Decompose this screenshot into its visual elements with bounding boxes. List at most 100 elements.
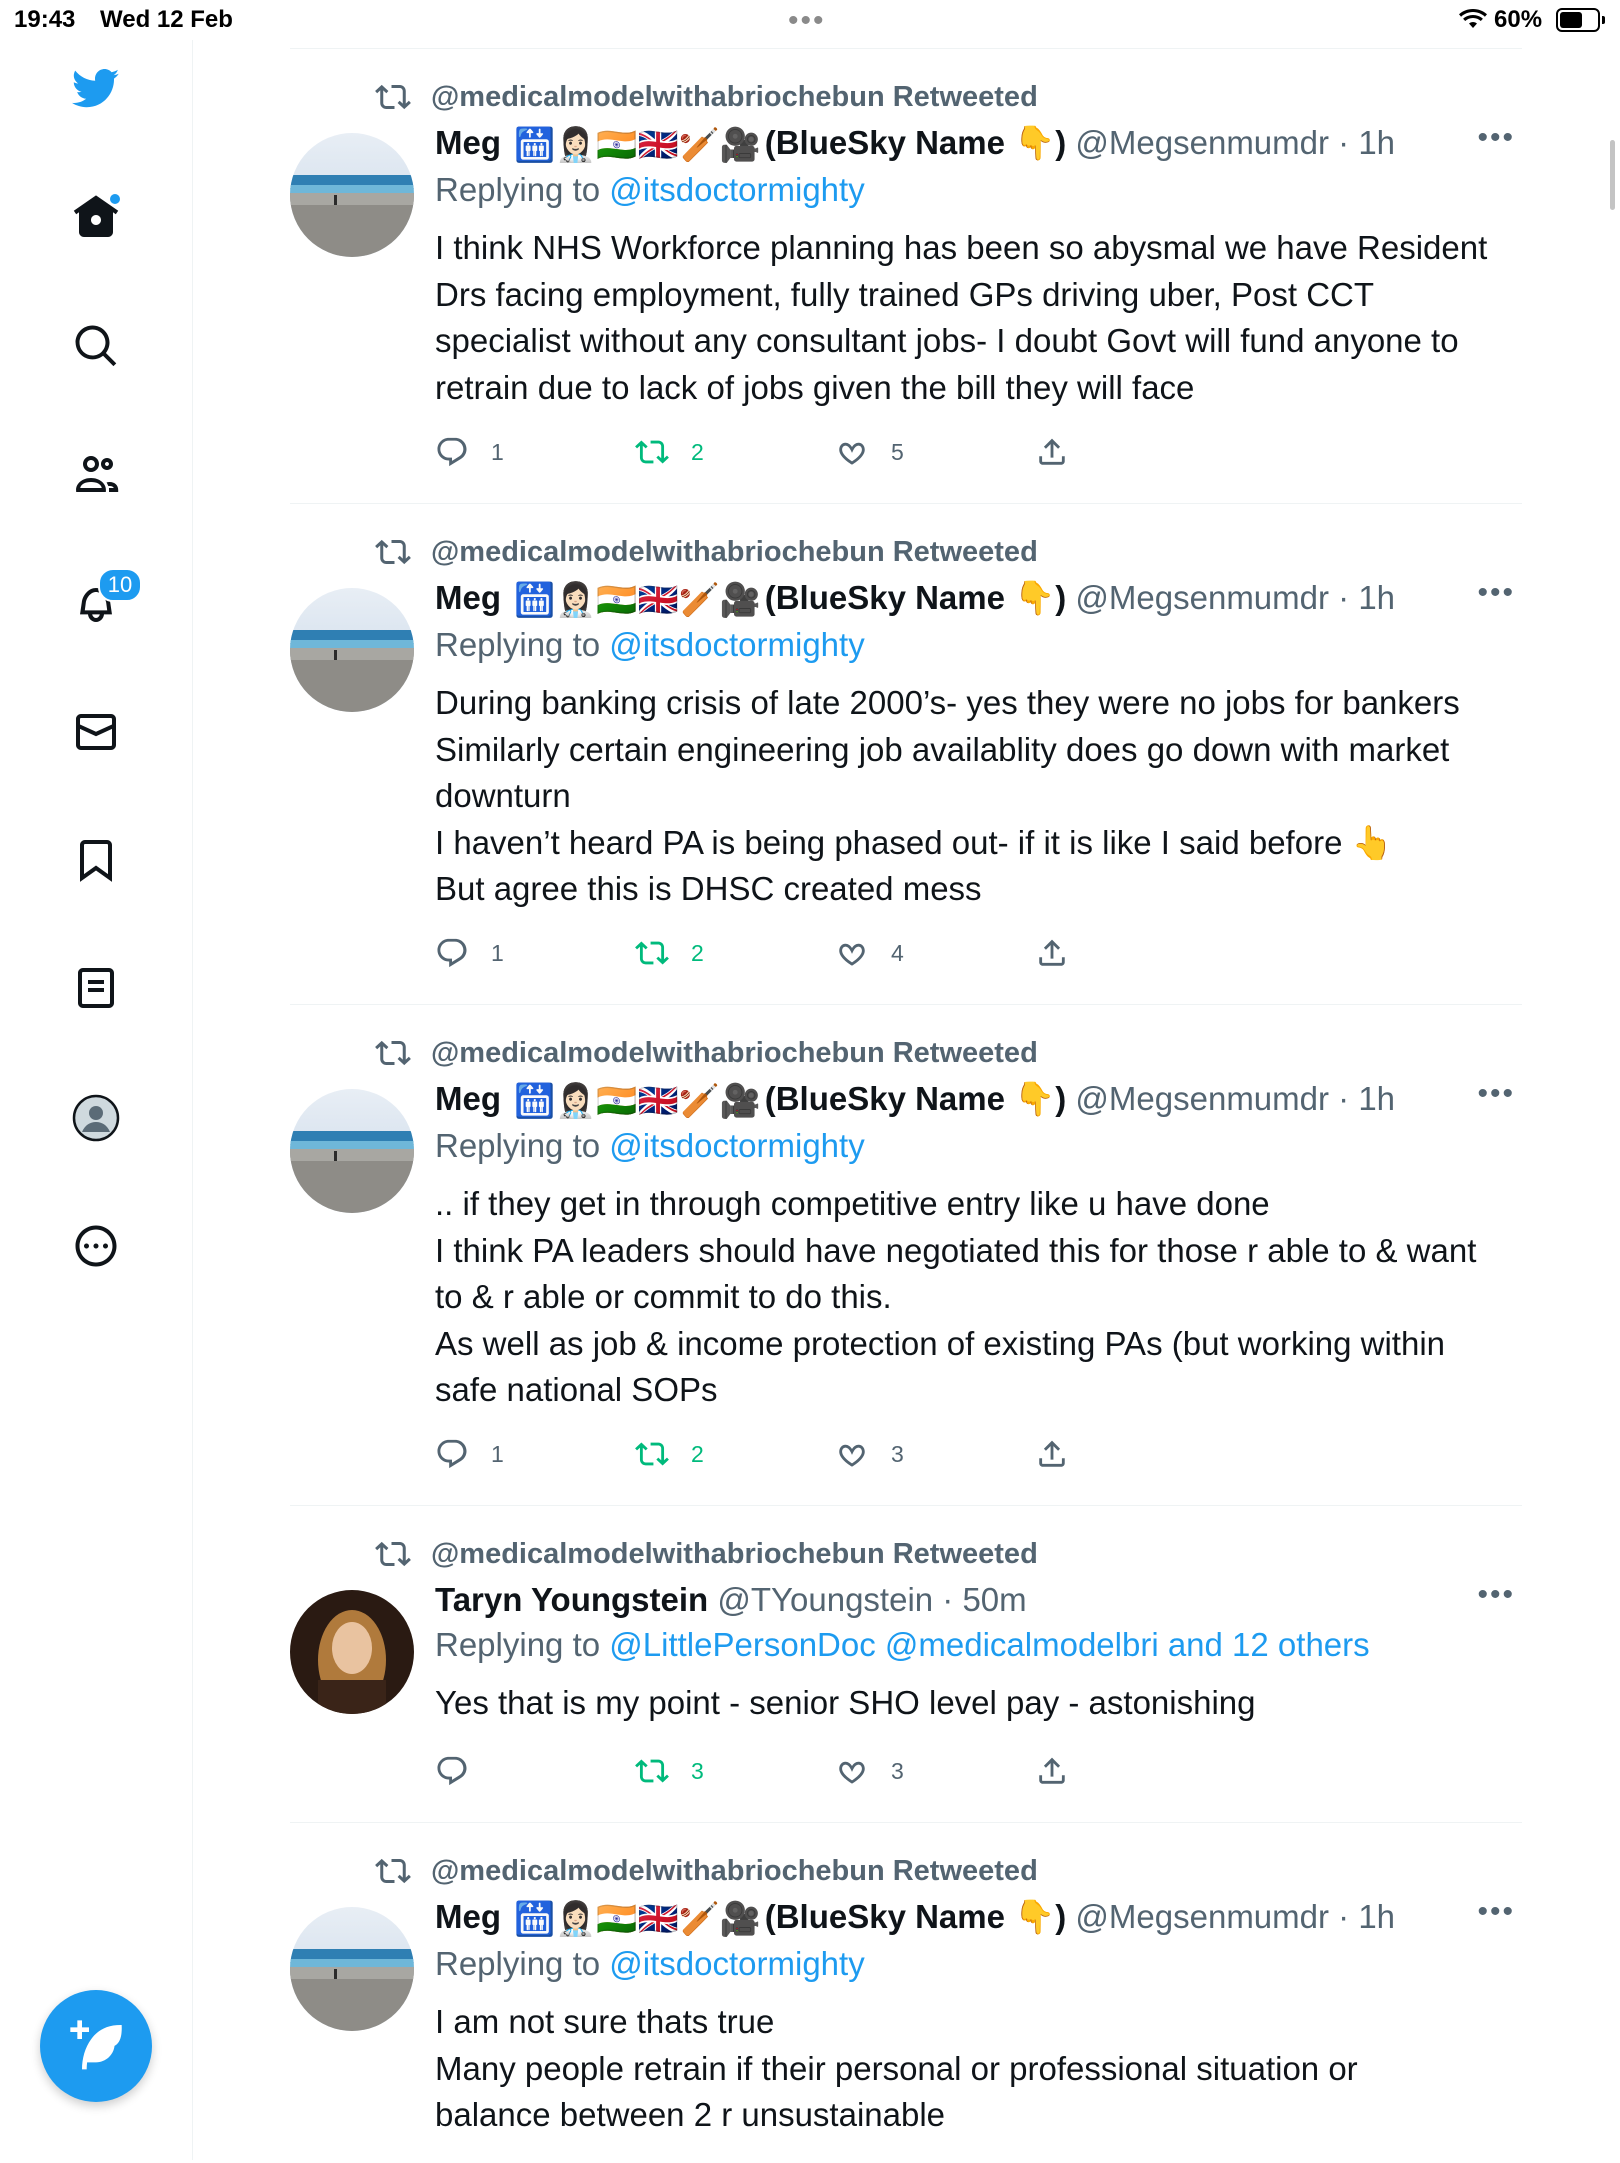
retweet-button[interactable]: 3 xyxy=(635,1754,704,1788)
retweet-icon xyxy=(635,435,669,469)
notifications-icon[interactable]: 10 xyxy=(70,568,142,626)
like-button[interactable]: 4 xyxy=(835,936,904,970)
share-icon xyxy=(1035,1437,1069,1471)
battery-icon xyxy=(1556,8,1605,32)
retweet-button[interactable]: 2 xyxy=(635,1437,704,1471)
author-name[interactable]: Taryn Youngstein xyxy=(435,1581,708,1618)
share-button[interactable] xyxy=(1035,1754,1091,1788)
share-icon xyxy=(1035,1754,1069,1788)
compose-icon xyxy=(70,2020,122,2070)
replying-to: Replying to @itsdoctormighty xyxy=(435,622,1515,668)
reply-button[interactable]: 1 xyxy=(435,435,504,469)
tweet-text: I think NHS Workforce planning has been … xyxy=(435,225,1515,411)
more-options-icon[interactable]: ••• xyxy=(1477,1578,1515,1612)
reply-mention[interactable]: @itsdoctormighty xyxy=(609,1127,864,1164)
tweet-content: Meg 🛗👩🏻‍⚕️🇮🇳🇬🇧🏏🎥 (BlueSky Name 👇) @Megsen… xyxy=(435,121,1515,411)
avatar[interactable] xyxy=(290,1907,414,2031)
more-options-icon[interactable]: ••• xyxy=(1477,1077,1515,1111)
tweet-content: Meg 🛗👩🏻‍⚕️🇮🇳🇬🇧🏏🎥 (BlueSky Name 👇) @Megsen… xyxy=(435,576,1515,913)
author-name-suffix[interactable]: (BlueSky Name xyxy=(765,124,1005,161)
name-emoji-icons: 🛗👩🏻‍⚕️🇮🇳🇬🇧🏏🎥 xyxy=(514,581,761,619)
retweet-button[interactable]: 2 xyxy=(635,936,704,970)
author-handle-time[interactable]: @Megsenmumdr · 1h xyxy=(1075,579,1395,616)
scrollbar[interactable] xyxy=(1610,140,1615,210)
tweet[interactable]: @medicalmodelwithabriochebun Retweeted M… xyxy=(290,48,1522,503)
reply-button[interactable]: 1 xyxy=(435,936,504,970)
home-icon[interactable] xyxy=(70,190,122,242)
retweet-icon xyxy=(375,534,411,570)
more-icon[interactable] xyxy=(70,1220,122,1272)
share-button[interactable] xyxy=(1035,1437,1091,1471)
point-down-icon: 👇 xyxy=(1014,579,1056,616)
author-name-suffix[interactable]: (BlueSky Name xyxy=(765,1080,1005,1117)
messages-icon[interactable] xyxy=(70,706,122,758)
retweet-icon xyxy=(375,1536,411,1572)
tweet[interactable]: @medicalmodelwithabriochebun Retweeted M… xyxy=(290,1822,1522,2163)
replying-prefix: Replying to xyxy=(435,171,601,209)
author-handle-time[interactable]: @Megsenmumdr · 1h xyxy=(1075,1080,1395,1117)
reply-count: 1 xyxy=(491,438,504,465)
tweet-actions: 1 2 3 xyxy=(435,1437,1135,1477)
author-name-suffix[interactable]: (BlueSky Name xyxy=(765,579,1005,616)
author-name-close: ) xyxy=(1055,1080,1067,1117)
avatar[interactable] xyxy=(290,133,414,257)
reply-mention[interactable]: @itsdoctormighty xyxy=(609,1945,864,1982)
avatar[interactable] xyxy=(290,1590,414,1714)
share-button[interactable] xyxy=(1035,936,1091,970)
author-name[interactable]: Meg xyxy=(435,1898,501,1935)
like-button[interactable]: 5 xyxy=(835,435,904,469)
retweet-button[interactable]: 2 xyxy=(635,435,704,469)
replying-to: Replying to @itsdoctormighty xyxy=(435,1941,1515,1987)
reply-icon xyxy=(435,1754,469,1788)
author-handle-time[interactable]: @Megsenmumdr · 1h xyxy=(1075,124,1395,161)
more-options-icon[interactable]: ••• xyxy=(1477,1895,1515,1929)
tweet-line: I think NHS Workforce planning has been … xyxy=(435,229,1488,267)
author-name[interactable]: Meg xyxy=(435,579,501,616)
lists-icon[interactable] xyxy=(70,962,122,1014)
retweet-icon xyxy=(375,1035,411,1071)
more-options-icon[interactable]: ••• xyxy=(1477,576,1515,610)
like-button[interactable]: 3 xyxy=(835,1437,904,1471)
reply-button[interactable] xyxy=(435,1754,491,1788)
share-button[interactable] xyxy=(1035,435,1091,469)
tweet-header: Meg 🛗👩🏻‍⚕️🇮🇳🇬🇧🏏🎥 (BlueSky Name 👇) @Megsen… xyxy=(435,121,1515,167)
avatar[interactable] xyxy=(290,588,414,712)
status-bar: 19:43 Wed 12 Feb ••• 60% xyxy=(0,0,1620,40)
tweet[interactable]: @medicalmodelwithabriochebun Retweeted M… xyxy=(290,1004,1522,1505)
reply-mention[interactable]: @LittlePersonDoc @medicalmodelbri and 12… xyxy=(609,1626,1369,1663)
reply-icon xyxy=(435,936,469,970)
profile-icon[interactable] xyxy=(70,1092,122,1144)
like-count: 3 xyxy=(891,1440,904,1467)
author-handle-time[interactable]: @Megsenmumdr · 1h xyxy=(1075,1898,1395,1935)
reply-button[interactable]: 1 xyxy=(435,1437,504,1471)
retweet-count: 2 xyxy=(691,939,704,966)
author-name[interactable]: Meg xyxy=(435,124,501,161)
bookmarks-icon[interactable] xyxy=(70,834,122,886)
home-unread-dot xyxy=(110,194,120,204)
tweet[interactable]: @medicalmodelwithabriochebun Retweeted M… xyxy=(290,503,1522,1004)
retweeted-by-label: @medicalmodelwithabriochebun Retweeted xyxy=(431,80,1038,113)
tweet-content: Taryn Youngstein @TYoungstein · 50m ••• … xyxy=(435,1578,1515,1727)
like-button[interactable]: 3 xyxy=(835,1754,904,1788)
communities-icon[interactable] xyxy=(70,448,122,500)
tweet[interactable]: @medicalmodelwithabriochebun Retweeted T… xyxy=(290,1505,1522,1822)
reply-count: 1 xyxy=(491,1440,504,1467)
more-options-icon[interactable]: ••• xyxy=(1477,121,1515,155)
avatar[interactable] xyxy=(290,1089,414,1213)
notifications-badge: 10 xyxy=(98,568,142,602)
timeline: @medicalmodelwithabriochebun Retweeted M… xyxy=(290,48,1522,2163)
like-count: 5 xyxy=(891,438,904,465)
reply-mention[interactable]: @itsdoctormighty xyxy=(609,626,864,663)
author-name-suffix[interactable]: (BlueSky Name xyxy=(765,1898,1005,1935)
name-emoji-icons: 🛗👩🏻‍⚕️🇮🇳🇬🇧🏏🎥 xyxy=(514,1900,761,1938)
reply-mention[interactable]: @itsdoctormighty xyxy=(609,171,864,208)
author-handle-time[interactable]: @TYoungstein · 50m xyxy=(717,1581,1026,1618)
replying-to: Replying to @LittlePersonDoc @medicalmod… xyxy=(435,1622,1515,1668)
search-icon[interactable] xyxy=(70,320,122,372)
twitter-logo[interactable] xyxy=(70,62,122,114)
author-name[interactable]: Meg xyxy=(435,1080,501,1117)
multitasking-dots-icon[interactable]: ••• xyxy=(788,4,826,38)
tweet-line: Similarly certain engineering job availa… xyxy=(435,730,1450,768)
tweet-header: Meg 🛗👩🏻‍⚕️🇮🇳🇬🇧🏏🎥 (BlueSky Name 👇) @Megsen… xyxy=(435,576,1515,622)
compose-button[interactable] xyxy=(40,1990,152,2102)
